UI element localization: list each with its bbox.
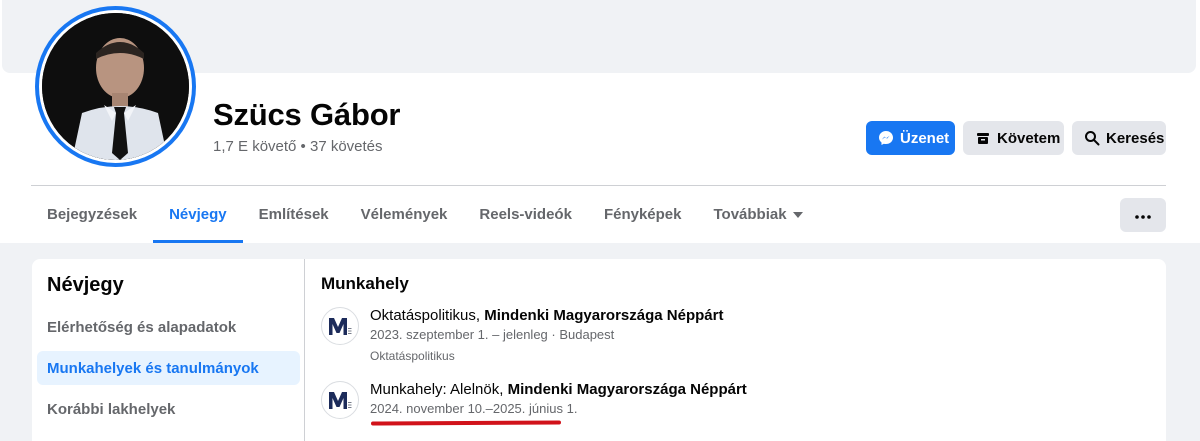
sidebar-item-contact[interactable]: Elérhetőség és alapadatok [37, 310, 300, 344]
tab-reviews[interactable]: Vélemények [345, 186, 464, 243]
search-icon [1084, 130, 1100, 146]
sidebar-item-places[interactable]: Korábbi lakhelyek [37, 392, 300, 426]
work-title: Munkahely: Alelnök, Mindenki Magyarorszá… [370, 381, 747, 398]
search-button-label: Keresés [1106, 129, 1165, 147]
work-meta: 2023. szeptember 1. – jelenleg · Budapes… [370, 327, 615, 342]
organization-logo[interactable] [321, 381, 359, 419]
sidebar-item-work-education[interactable]: Munkahelyek és tanulmányok [37, 351, 300, 385]
organization-logo[interactable] [321, 307, 359, 345]
profile-tabs: Bejegyzések Névjegy Említések Vélemények… [31, 186, 819, 243]
section-title: Munkahely [321, 274, 409, 293]
profile-name: Szücs Gábor [213, 97, 401, 132]
follow-button[interactable]: Követem [963, 121, 1064, 155]
avatar-photo [42, 13, 189, 160]
work-description: Oktatáspolitikus [370, 349, 455, 363]
messenger-icon [878, 130, 894, 146]
red-underline-annotation [370, 420, 562, 426]
follow-button-label: Követem [997, 129, 1061, 147]
tab-about[interactable]: Névjegy [153, 186, 243, 243]
profile-header: Szücs Gábor 1,7 E követő • 37 követés Üz… [0, 0, 1200, 243]
follow-icon [975, 130, 991, 146]
ellipsis-icon [1135, 206, 1151, 224]
follower-count[interactable]: 1,7 E követő • 37 követés [213, 138, 383, 155]
organization-link[interactable]: Mindenki Magyarországa Néppárt [484, 307, 723, 324]
caret-down-icon [792, 211, 803, 218]
tab-more[interactable]: Továbbiak [697, 186, 818, 243]
about-card: Névjegy Elérhetőség és alapadatok Munkah… [32, 259, 1166, 441]
profile-avatar[interactable] [35, 6, 196, 167]
message-button-label: Üzenet [900, 129, 950, 147]
message-button[interactable]: Üzenet [866, 121, 955, 155]
tab-mentions[interactable]: Említések [243, 186, 345, 243]
about-sidebar: Névjegy Elérhetőség és alapadatok Munkah… [32, 259, 305, 441]
search-button[interactable]: Keresés [1072, 121, 1166, 155]
sidebar-title: Névjegy [47, 274, 124, 296]
organization-link[interactable]: Mindenki Magyarországa Néppárt [508, 381, 747, 398]
tab-posts[interactable]: Bejegyzések [31, 186, 153, 243]
tab-photos[interactable]: Fényképek [588, 186, 698, 243]
more-options-button[interactable] [1120, 198, 1166, 232]
work-title: Oktatáspolitikus, Mindenki Magyarországa… [370, 307, 724, 324]
work-meta: 2024. november 10.–2025. június 1. [370, 401, 578, 416]
tab-reels[interactable]: Reels-videók [463, 186, 588, 243]
